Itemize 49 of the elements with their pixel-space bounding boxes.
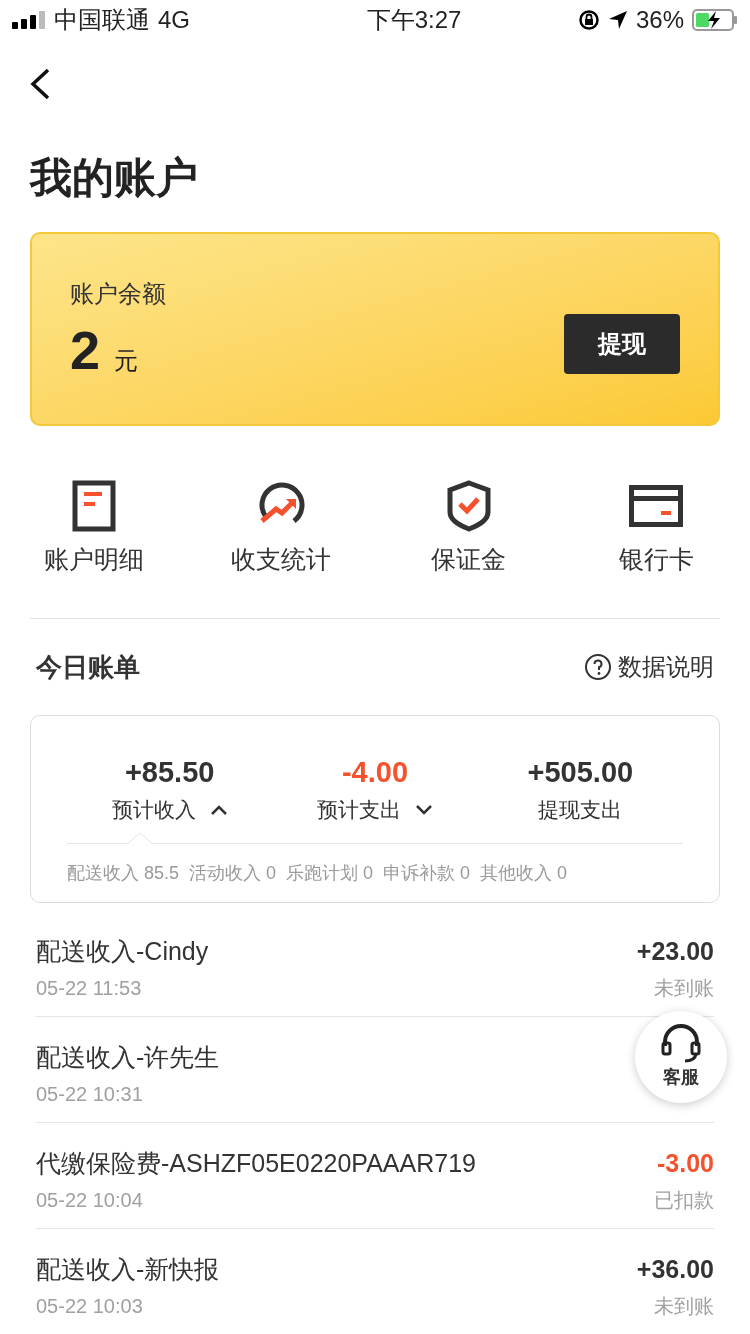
- shortcut-button[interactable]: 收支统计: [187, 478, 375, 578]
- bank-card-icon: [629, 485, 684, 527]
- transaction-title: 配送收入-许先生: [36, 1042, 220, 1073]
- summary-toggle[interactable]: 预计支出: [317, 794, 433, 826]
- summary-toggle[interactable]: 预计收入: [111, 794, 228, 826]
- balance-label: 账户余额: [70, 279, 166, 309]
- battery-charging-icon: [692, 9, 738, 31]
- balance-amount: 2: [70, 319, 101, 382]
- shortcut-button[interactable]: 银行卡: [562, 478, 750, 578]
- headset-icon: [659, 1023, 703, 1064]
- transaction-time: 05-22 10:03: [36, 1294, 144, 1319]
- summary-amount: +85.50: [124, 755, 215, 790]
- document-icon: [71, 480, 116, 532]
- transaction-time: 05-22 11:53: [36, 976, 143, 1001]
- summary-toggle[interactable]: 提现支出: [538, 794, 623, 826]
- income-breakdown: 配送收入 85.5 活动收入 0 乐跑计划 0 申诉补款 0 其他收入 0: [67, 862, 569, 885]
- transaction-amount: -3.00: [657, 1148, 714, 1179]
- transaction-status: 已扣款: [654, 1188, 714, 1213]
- summary-amount: -4.00: [341, 755, 409, 790]
- help-icon: [584, 653, 612, 681]
- transaction-time: 05-22 10:31: [36, 1082, 144, 1107]
- customer-service-button[interactable]: 客服: [635, 1011, 727, 1103]
- chevron-up-icon: [209, 803, 228, 816]
- page-title: 我的账户: [28, 153, 199, 203]
- transaction-status: 未到账: [654, 1294, 714, 1319]
- signal-icon: [12, 11, 46, 29]
- transaction-title: 配送收入-新快报: [36, 1254, 220, 1285]
- transaction-time: 05-22 10:04: [36, 1188, 144, 1213]
- location-arrow-icon: [607, 10, 628, 30]
- summary-amount: +505.00: [527, 755, 634, 790]
- balance-unit: 元: [114, 346, 139, 376]
- transaction-amount: +23.00: [636, 936, 714, 967]
- network-type: 4G: [158, 5, 190, 35]
- carrier-name: 中国联通: [54, 5, 150, 35]
- shortcut-button[interactable]: 保证金: [375, 478, 563, 578]
- clock-time: 下午3:27: [366, 5, 462, 35]
- shortcut-button[interactable]: 账户明细: [0, 478, 188, 578]
- transaction-status: 未到账: [654, 976, 714, 1001]
- chevron-down-icon: [415, 803, 433, 816]
- back-icon[interactable]: [28, 67, 52, 101]
- transaction-title: 配送收入-Cindy: [36, 936, 209, 967]
- rotation-lock-icon: [577, 9, 600, 31]
- battery-percent: 36%: [635, 5, 684, 35]
- section-title: 今日账单: [36, 650, 140, 684]
- help-link[interactable]: 数据说明: [584, 649, 714, 685]
- transaction-title: 代缴保险费-ASHZF05E0220PAAAR719: [36, 1148, 476, 1179]
- withdraw-button[interactable]: 提现: [564, 314, 680, 374]
- shield-check-icon: [445, 480, 492, 532]
- transaction-amount: +36.00: [636, 1254, 714, 1285]
